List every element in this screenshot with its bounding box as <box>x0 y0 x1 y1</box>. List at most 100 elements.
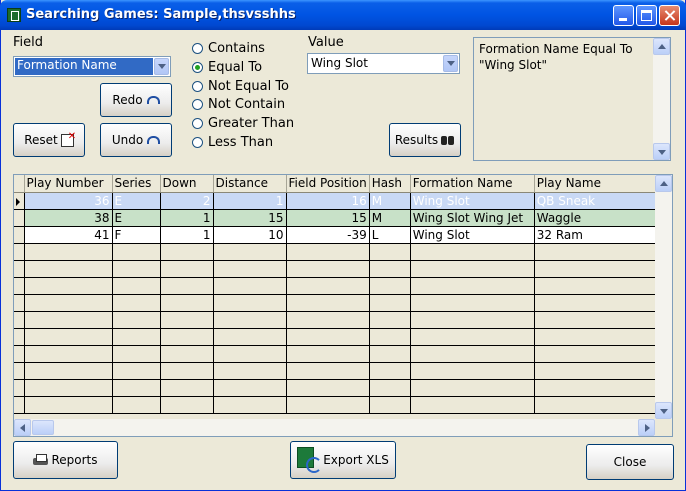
criteria-memo[interactable]: Formation Name Equal To "Wing Slot" <box>473 37 671 161</box>
title-bar[interactable]: Searching Games: Sample,thsvsshhs <box>0 0 686 30</box>
reports-button[interactable]: Reports <box>13 441 118 479</box>
empty-cell <box>369 379 411 397</box>
chevron-down-icon[interactable] <box>443 55 458 72</box>
row-indicator[interactable] <box>14 209 25 227</box>
table-cell[interactable]: 15 <box>286 209 370 227</box>
table-cell[interactable]: 2 <box>160 192 214 210</box>
table-cell[interactable]: F <box>112 226 161 244</box>
redo-label: Redo <box>112 93 143 107</box>
table-cell[interactable]: Wing Slot Wing Jet <box>410 209 535 227</box>
table-cell[interactable]: 41 <box>24 226 113 244</box>
operator-radio-contains[interactable]: Contains <box>192 41 265 56</box>
app-icon <box>7 8 21 22</box>
radio-dot-icon[interactable] <box>192 81 203 92</box>
table-cell[interactable]: E <box>112 209 161 227</box>
undo-button[interactable]: Undo <box>100 123 172 157</box>
table-cell[interactable]: 36 <box>24 192 113 210</box>
close-label: Close <box>613 455 647 469</box>
reset-label: Reset <box>24 133 58 147</box>
close-button[interactable]: Close <box>586 444 674 480</box>
scroll-thumb[interactable] <box>32 420 54 435</box>
table-cell[interactable]: 38 <box>24 209 113 227</box>
empty-cell <box>410 396 535 414</box>
minimize-button[interactable] <box>613 5 634 26</box>
column-header[interactable]: Play Number <box>24 175 113 193</box>
radio-dot-icon[interactable] <box>192 137 203 148</box>
table-cell[interactable]: 10 <box>213 226 287 244</box>
binoculars-icon <box>441 134 455 146</box>
empty-cell <box>213 362 287 380</box>
table-cell[interactable]: Wing Slot <box>410 192 535 210</box>
table-cell[interactable]: 16 <box>286 192 370 210</box>
empty-cell <box>534 396 661 414</box>
row-indicator[interactable] <box>14 226 25 244</box>
grid-vertical-scrollbar[interactable] <box>655 175 672 419</box>
empty-cell <box>410 362 535 380</box>
table-cell[interactable]: Wing Slot <box>410 226 535 244</box>
scroll-left-icon[interactable] <box>14 419 31 436</box>
scroll-right-icon[interactable] <box>638 419 655 436</box>
reset-button[interactable]: Reset <box>13 123 85 157</box>
operator-radio-not-equal-to[interactable]: Not Equal To <box>192 79 289 94</box>
results-grid[interactable]: Play Number Series Down Distance Field Posit… <box>13 174 673 437</box>
operator-radio-equal-to[interactable]: Equal To <box>192 60 262 75</box>
value-select[interactable]: Wing Slot <box>307 53 460 74</box>
export-xls-label: Export XLS <box>323 453 389 467</box>
empty-cell <box>369 328 411 346</box>
field-select[interactable]: Formation Name <box>13 56 171 77</box>
table-cell[interactable]: 1 <box>213 192 287 210</box>
radio-dot-icon[interactable] <box>192 99 203 110</box>
scroll-down-icon[interactable] <box>655 402 672 419</box>
empty-row <box>14 294 661 312</box>
row-indicator[interactable] <box>14 192 25 210</box>
table-cell[interactable]: 1 <box>160 209 214 227</box>
column-header[interactable]: Series <box>112 175 161 193</box>
empty-cell <box>213 260 287 278</box>
column-header[interactable]: Formation Name <box>410 175 535 193</box>
table-cell[interactable]: M <box>369 209 411 227</box>
table-cell[interactable]: Waggle <box>534 209 661 227</box>
table-cell[interactable]: QB Sneak <box>534 192 661 210</box>
table-cell[interactable]: 1 <box>160 226 214 244</box>
radio-dot-icon[interactable] <box>192 43 203 54</box>
table-cell[interactable]: 32 Ram <box>534 226 661 244</box>
column-header[interactable]: Distance <box>213 175 287 193</box>
column-header[interactable]: Play Name <box>534 175 661 193</box>
table-cell[interactable]: L <box>369 226 411 244</box>
results-label: Results <box>394 133 439 147</box>
table-cell[interactable]: M <box>369 192 411 210</box>
column-header[interactable]: Field Position <box>286 175 370 193</box>
table-row[interactable]: 38 E 1 15 15 M Wing Slot Wing Jet Waggle <box>14 209 661 227</box>
table-row[interactable]: 41 F 1 10 -39 L Wing Slot 32 Ram <box>14 226 661 244</box>
operator-label: Not Equal To <box>208 79 290 94</box>
operator-radio-not-contain[interactable]: Not Contain <box>192 97 285 112</box>
maximize-button[interactable] <box>636 5 657 26</box>
empty-cell <box>534 311 661 329</box>
operator-radio-less-than[interactable]: Less Than <box>192 135 273 150</box>
table-cell[interactable]: 15 <box>213 209 287 227</box>
empty-cell <box>213 294 287 312</box>
empty-cell <box>24 260 113 278</box>
scroll-up-icon[interactable] <box>653 38 670 55</box>
redo-button[interactable]: Redo <box>100 83 172 117</box>
close-window-button[interactable] <box>659 5 680 26</box>
radio-dot-icon[interactable] <box>192 118 203 129</box>
table-row[interactable]: 36 E 2 1 16 M Wing Slot QB Sneak <box>14 192 661 210</box>
operator-radio-greater-than[interactable]: Greater Than <box>192 116 294 131</box>
table-cell[interactable]: -39 <box>286 226 370 244</box>
radio-dot-icon[interactable] <box>192 62 203 73</box>
grid-horizontal-scrollbar[interactable] <box>14 419 655 436</box>
export-xls-button[interactable]: Export XLS <box>290 441 396 479</box>
memo-scrollbar[interactable] <box>653 38 670 160</box>
column-header[interactable]: Hash <box>369 175 411 193</box>
scroll-up-icon[interactable] <box>655 175 672 192</box>
table-cell[interactable]: E <box>112 192 161 210</box>
empty-cell <box>410 311 535 329</box>
results-button[interactable]: Results <box>389 123 461 157</box>
empty-cell <box>534 260 661 278</box>
empty-row <box>14 396 661 414</box>
column-header[interactable]: Down <box>160 175 214 193</box>
chevron-down-icon[interactable] <box>154 58 169 75</box>
scroll-down-icon[interactable] <box>653 143 670 160</box>
operator-label: Equal To <box>208 60 263 75</box>
